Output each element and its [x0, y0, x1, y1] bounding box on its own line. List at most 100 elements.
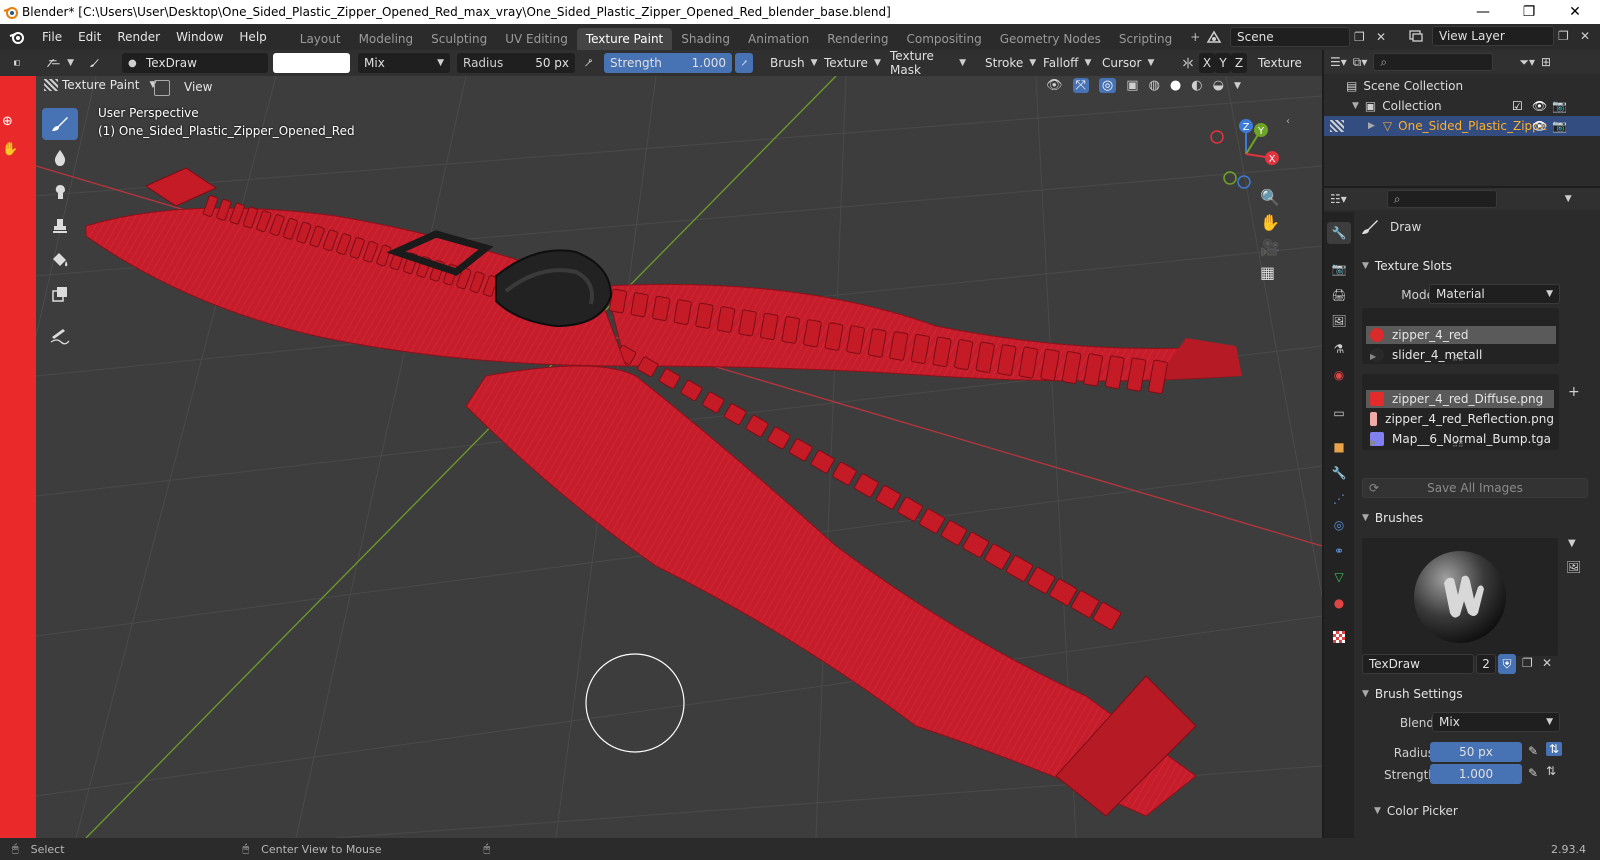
menu-texture-mask[interactable]: Texture Mask ▼ [884, 49, 972, 77]
tab-uv-editing[interactable]: UV Editing [496, 28, 577, 50]
minimize-button[interactable]: — [1460, 0, 1506, 24]
menu-render[interactable]: Render [109, 24, 168, 50]
object-visibility-icon[interactable]: 👁 [1532, 119, 1547, 133]
mask-tool-button[interactable] [42, 278, 78, 310]
tab-layout[interactable]: Layout [291, 28, 350, 50]
annotate-tool-button[interactable] [42, 320, 78, 352]
brush-preview[interactable] [1362, 538, 1558, 656]
texture-tab-icon[interactable] [1327, 626, 1351, 648]
radius-slider-props[interactable]: 50 px [1430, 742, 1522, 762]
brush-settings-panel-header[interactable]: ▼ Brush Settings [1358, 682, 1596, 706]
render-tab-icon[interactable]: 📷 [1327, 258, 1351, 280]
close-window-button[interactable]: ✕ [1552, 0, 1598, 24]
tab-texture-paint[interactable]: Texture Paint [576, 28, 673, 50]
tab-geometry-nodes[interactable]: Geometry Nodes [991, 28, 1110, 50]
image-strip-pan-icon[interactable]: ✋ [2, 142, 18, 157]
editor-type-icon[interactable] [8, 53, 26, 73]
navigation-gizmo[interactable]: Z Y X [1206, 114, 1286, 194]
tab-modeling[interactable]: Modeling [350, 28, 423, 50]
object-tab-icon[interactable]: ■ [1327, 436, 1351, 458]
brushes-panel-header[interactable]: ▼ Brushes [1358, 506, 1596, 530]
new-scene-icon[interactable]: ❐ [1354, 30, 1372, 44]
material-slot-item[interactable]: zipper_4_red [1366, 326, 1556, 344]
orthographic-grid-icon[interactable]: ▦ [1260, 263, 1280, 282]
overlay-toggle-icon[interactable]: ◎ [1098, 78, 1117, 93]
shading-options-icon[interactable]: ▼ [1234, 81, 1241, 91]
strength-pressure-props-icon[interactable]: ✎ [1528, 766, 1538, 780]
strength-slider[interactable]: Strength 1.000 [604, 53, 732, 73]
menu-help[interactable]: Help [231, 24, 274, 50]
fill-tool-button[interactable] [42, 244, 78, 276]
particles-tab-icon[interactable]: ⋰ [1327, 488, 1351, 510]
world-tab-icon[interactable]: ◉ [1327, 364, 1351, 386]
menu-stroke[interactable]: Stroke ▼ [979, 53, 1036, 73]
remove-view-layer-icon[interactable]: ✕ [1580, 29, 1596, 43]
save-all-images-button[interactable]: ⟳ Save All Images [1362, 478, 1588, 498]
collection-visibility-icon[interactable]: 👁 [1532, 99, 1547, 113]
physics-tab-icon[interactable]: ◎ [1327, 514, 1351, 536]
brush-name-field[interactable]: ● TexDraw [122, 53, 268, 73]
material-list-expand-icon[interactable]: ▶ [1370, 352, 1376, 361]
material-list-resize-icon[interactable]: ⠿⠿ [1452, 354, 1464, 363]
brush-image-icon[interactable]: 🖼 [1566, 560, 1581, 574]
brush-tool-icon[interactable] [82, 53, 106, 73]
zoom-icon[interactable]: 🔍 [1260, 188, 1280, 207]
view-layer-tab-icon[interactable]: 🖼 [1327, 310, 1351, 332]
tab-shading[interactable]: Shading [672, 28, 739, 50]
outliner-search-input[interactable]: ⌕ [1373, 53, 1494, 71]
smear-tool-button[interactable] [42, 176, 78, 208]
data-tab-icon[interactable]: ▽ [1327, 566, 1351, 588]
scene-selector[interactable]: Scene [1230, 27, 1350, 47]
mirror-x-toggle[interactable]: X [1199, 53, 1215, 73]
image-list-resize-icon[interactable]: ⠿⠿ [1452, 440, 1464, 449]
properties-editor-icon[interactable]: ☷▾ [1330, 192, 1347, 206]
brush-datablock-name[interactable]: TexDraw [1362, 654, 1474, 674]
texture-image-item[interactable]: zipper_4_red_Reflection.png [1366, 410, 1554, 428]
tool-tab-icon[interactable]: 🔧 [1327, 222, 1351, 244]
tool-selector[interactable]: ▼ [40, 53, 80, 73]
modifiers-tab-icon[interactable]: 🔧 [1327, 462, 1351, 484]
pan-hand-icon[interactable]: ✋ [1260, 213, 1280, 232]
outliner-editor-icon[interactable]: ☰▾ [1330, 55, 1347, 69]
brush-list-dropdown-icon[interactable]: ▼ [1568, 538, 1576, 549]
strength-pressure-icon[interactable] [735, 53, 753, 73]
draw-tool-button[interactable] [42, 108, 78, 140]
expand-object-icon[interactable]: ▶ [1368, 121, 1375, 131]
image-editor-strip[interactable]: ⊕ ✋ [0, 76, 36, 838]
output-tab-icon[interactable]: 🖨 [1327, 284, 1351, 306]
filter-icon[interactable]: ⏷▾ [1519, 55, 1535, 70]
texture-slots-popover[interactable]: Texture [1252, 53, 1322, 73]
outliner-row-scene-collection[interactable]: ▤ Scene Collection [1324, 76, 1600, 96]
duplicate-brush-icon[interactable]: ❐ [1522, 656, 1533, 670]
outliner-row-collection[interactable]: ▼ ▣ Collection ☑ 👁 📷 [1324, 96, 1600, 116]
view-layer-selector[interactable]: View Layer [1432, 26, 1554, 46]
maximize-button[interactable]: ❐ [1506, 0, 1552, 24]
mirror-y-toggle[interactable]: Y [1215, 53, 1231, 73]
properties-options-icon[interactable]: ▼ [1565, 194, 1572, 204]
blend-mode-dropdown[interactable]: Mix ▼ [358, 53, 450, 73]
menu-file[interactable]: File [34, 24, 70, 50]
tab-scripting[interactable]: Scripting [1110, 28, 1181, 50]
mirror-icon[interactable] [1176, 53, 1200, 73]
outliner-row-object[interactable]: ▶ ▽ One_Sided_Plastic_Zippe 👁 📷 [1324, 116, 1600, 136]
unlink-brush-icon[interactable]: ✕ [1542, 656, 1552, 670]
remove-scene-icon[interactable]: ✕ [1376, 30, 1392, 44]
view-layer-icon[interactable] [1404, 29, 1428, 43]
color-picker-subpanel-header[interactable]: ▼ Color Picker [1374, 804, 1458, 818]
strength-slider-props[interactable]: 1.000 [1430, 764, 1522, 784]
expand-collection-icon[interactable]: ▼ [1352, 101, 1359, 111]
menu-cursor[interactable]: Cursor ▼ [1096, 53, 1154, 73]
mode-dropdown[interactable]: Material ▼ [1429, 284, 1560, 304]
display-mode-icon[interactable]: ⧉▾ [1353, 55, 1368, 70]
new-collection-icon[interactable]: ⊞ [1541, 55, 1551, 69]
material-tab-icon[interactable]: ● [1327, 592, 1351, 614]
blend-dropdown[interactable]: Mix ▼ [1432, 712, 1560, 732]
fake-user-shield-icon[interactable]: ⛨ [1498, 654, 1516, 674]
radius-unit-props-icon[interactable]: ⇅ [1546, 742, 1563, 756]
sidebar-toggle-icon[interactable]: ‹ [1286, 116, 1290, 127]
shading-solid-icon[interactable]: ● [1170, 78, 1181, 93]
object-render-icon[interactable]: 📷 [1552, 119, 1567, 133]
properties-search-input[interactable]: ⌕ [1386, 190, 1497, 208]
mode-selector[interactable]: Texture Paint ▼ [44, 78, 156, 92]
soften-tool-button[interactable] [42, 142, 78, 174]
